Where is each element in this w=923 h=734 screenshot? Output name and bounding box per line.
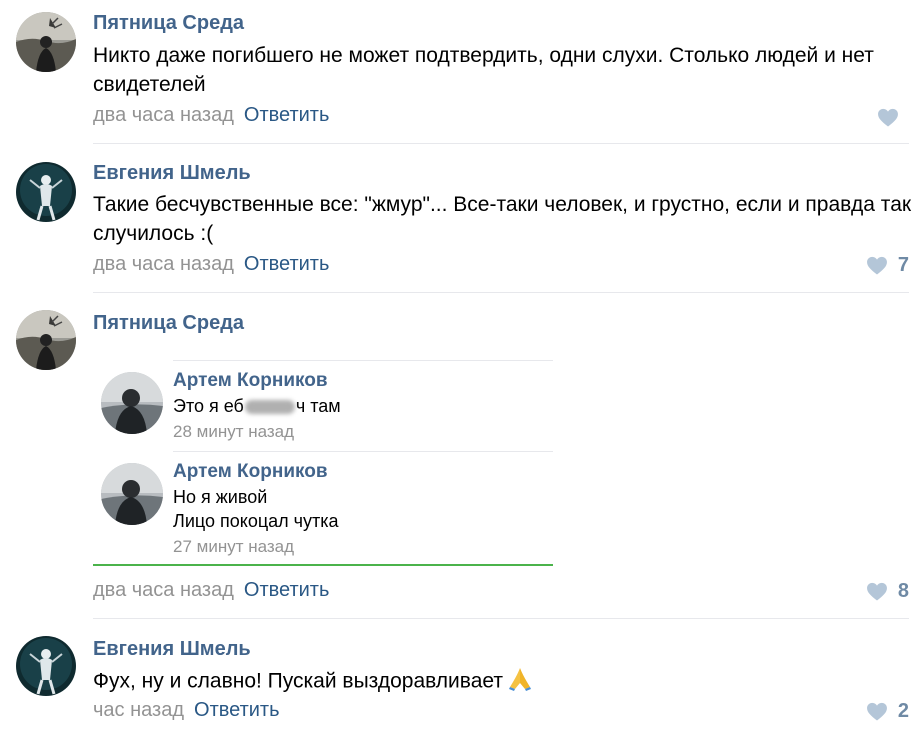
quote-text-start: Это я еб xyxy=(173,396,244,416)
quoted-reply[interactable]: Артем Корников Но я живой Лицо покоцал ч… xyxy=(93,451,553,563)
comment-time[interactable]: час назад xyxy=(93,699,184,721)
like-count: 8 xyxy=(897,580,909,602)
heart-icon xyxy=(866,582,888,601)
comment-time[interactable]: два часа назад xyxy=(93,253,234,275)
heart-icon xyxy=(866,256,888,275)
quote-text: Это я еб ч там xyxy=(173,394,341,418)
avatar[interactable] xyxy=(16,636,76,696)
quote-text-line: Лицо покоцал чутка xyxy=(173,511,339,531)
comment-time[interactable]: два часа назад xyxy=(93,579,234,601)
comment-author[interactable]: Евгения Шмель xyxy=(93,162,251,185)
quoted-reply[interactable]: Артем Корников Это я еб ч там 28 минут на… xyxy=(93,360,553,450)
divider xyxy=(93,143,909,144)
comment-meta: два часа назад Ответить xyxy=(93,104,329,127)
divider xyxy=(93,618,909,619)
praying-hands-icon xyxy=(507,665,533,699)
quote-underline xyxy=(93,564,553,566)
quote-text-end: ч там xyxy=(295,396,341,416)
comment-text: Фух, ну и славно! Пускай выздоравливает xyxy=(93,665,913,699)
comment-meta: два часа назад Ответить xyxy=(93,253,329,276)
quote-text-line: Но я живой xyxy=(173,487,268,507)
heart-icon xyxy=(866,702,888,721)
quote-time[interactable]: 28 минут назад xyxy=(173,422,294,442)
comment-time[interactable]: два часа назад xyxy=(93,104,234,126)
like-count: 2 xyxy=(897,700,909,722)
like-button[interactable]: 2 xyxy=(866,700,909,723)
comment-meta: два часа назад Ответить xyxy=(93,579,329,602)
quote-author[interactable]: Артем Корников xyxy=(173,461,328,483)
divider xyxy=(93,292,909,293)
like-button[interactable]: 7 xyxy=(866,254,909,277)
avatar[interactable] xyxy=(16,310,76,370)
avatar[interactable] xyxy=(16,12,76,72)
comment-text: Такие бесчувственные все: "жмур"... Все-… xyxy=(93,193,912,245)
avatar[interactable] xyxy=(16,162,76,222)
comment-meta: час назад Ответить xyxy=(93,699,280,722)
comment-author[interactable]: Евгения Шмель xyxy=(93,638,251,661)
censor-blur xyxy=(244,400,295,415)
quote-time[interactable]: 27 минут назад xyxy=(173,537,294,557)
like-button[interactable] xyxy=(877,108,909,127)
comment-text: Никто даже погибшего не может подтвердит… xyxy=(93,44,874,96)
comment-author[interactable]: Пятница Среда xyxy=(93,12,244,35)
reply-button[interactable]: Ответить xyxy=(194,699,280,721)
heart-icon xyxy=(877,108,899,127)
quote-author[interactable]: Артем Корников xyxy=(173,370,328,392)
reply-button[interactable]: Ответить xyxy=(244,253,330,275)
quote-avatar[interactable] xyxy=(101,372,163,434)
quote-avatar[interactable] xyxy=(101,463,163,525)
reply-button[interactable]: Ответить xyxy=(244,579,330,601)
quote-divider xyxy=(173,451,553,452)
quote-divider xyxy=(173,360,553,361)
like-button[interactable]: 8 xyxy=(866,580,909,603)
reply-button[interactable]: Ответить xyxy=(244,104,330,126)
comment-text-content: Фух, ну и славно! Пускай выздоравливает xyxy=(93,669,503,693)
comment-author[interactable]: Пятница Среда xyxy=(93,312,244,335)
like-count: 7 xyxy=(897,254,909,276)
